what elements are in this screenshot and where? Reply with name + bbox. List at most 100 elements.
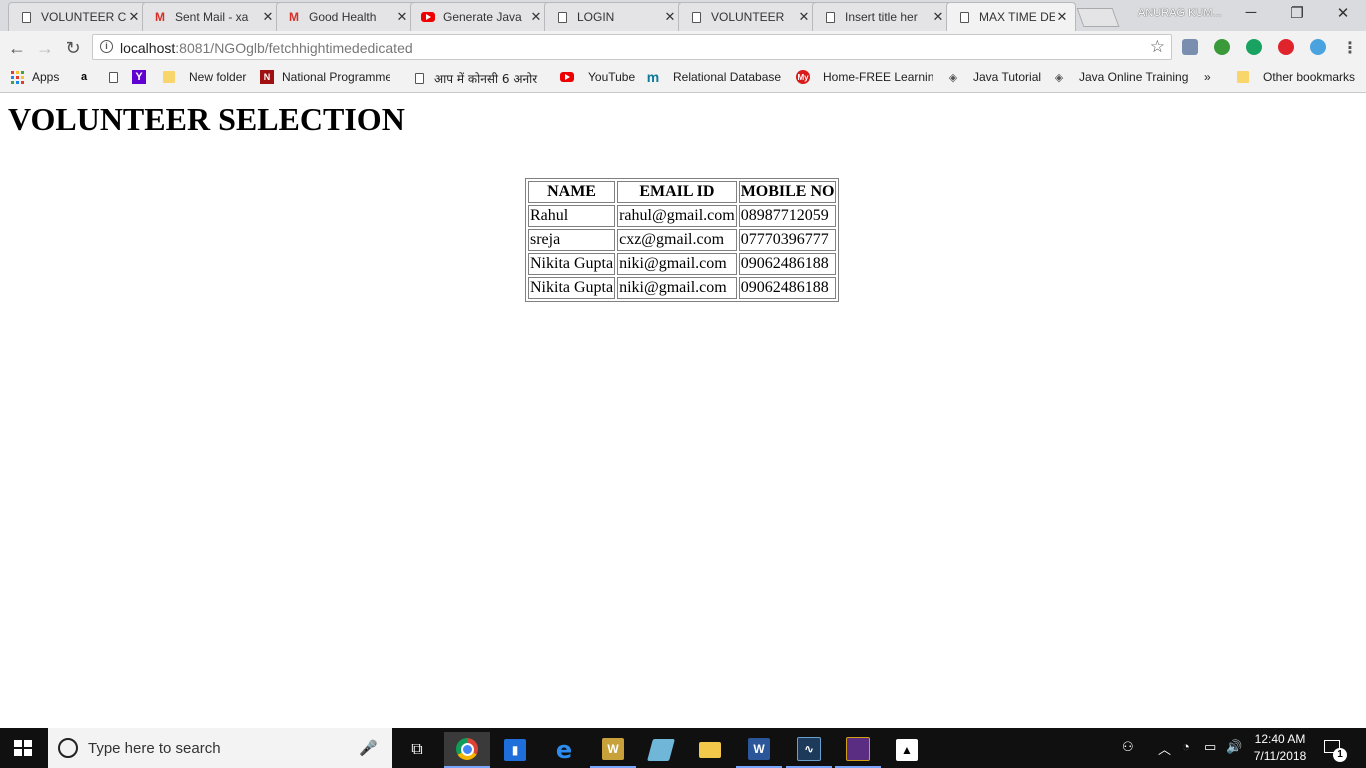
menu-icon[interactable]: ⋮: [1342, 38, 1358, 58]
restore-icon[interactable]: ❐: [1282, 4, 1312, 22]
browser-tab[interactable]: Generate Java ✕: [410, 2, 550, 31]
browser-tab[interactable]: VOLUNTEER C ✕: [8, 2, 148, 31]
apps-grid-icon: [10, 70, 24, 84]
bookmark-document[interactable]: [106, 70, 128, 84]
profile-name[interactable]: ANURAG KUM...: [1138, 7, 1222, 19]
close-tab-icon[interactable]: ✕: [261, 9, 275, 25]
back-arrow-icon[interactable]: ←: [6, 37, 28, 59]
bookmark-other-bookmarks[interactable]: Other bookmarks: [1236, 70, 1355, 84]
word-taskbar-icon[interactable]: W: [736, 732, 782, 768]
close-tab-icon[interactable]: ✕: [797, 9, 811, 25]
gmail-icon: M: [289, 10, 299, 24]
bookmark-amazon[interactable]: a: [77, 70, 99, 84]
page-title: VOLUNTEER SELECTION: [8, 101, 405, 137]
windows-start-icon[interactable]: [14, 740, 32, 756]
close-tab-icon[interactable]: ✕: [395, 9, 409, 25]
tab-title: Sent Mail - xa: [175, 10, 249, 24]
wordpad-taskbar-icon[interactable]: W: [590, 732, 636, 768]
page-content: VOLUNTEER SELECTION NAME EMAIL ID MOBILE…: [0, 93, 1366, 728]
browser-tab[interactable]: VOLUNTEER ✕: [678, 2, 818, 31]
folder-icon: [162, 70, 176, 84]
app-taskbar-icon[interactable]: ▮: [492, 732, 538, 768]
taskbar-clock[interactable]: 12:40 AM 7/11/2018: [1250, 731, 1310, 765]
browser-tab[interactable]: M Good Health ✕: [276, 2, 416, 31]
task-view-icon[interactable]: ⧉: [394, 732, 440, 768]
forward-arrow-icon[interactable]: →: [34, 37, 56, 59]
photos-taskbar-icon[interactable]: ▲: [884, 732, 930, 768]
document-icon: [19, 10, 33, 24]
youtube-icon: [421, 10, 435, 24]
browser-tab[interactable]: LOGIN ✕: [544, 2, 684, 31]
amazon-icon: a: [80, 71, 88, 83]
close-tab-icon[interactable]: ✕: [127, 9, 141, 25]
close-tab-icon[interactable]: ✕: [663, 9, 677, 25]
bookmark-youtube[interactable]: YouTube: [560, 70, 635, 84]
close-tab-icon[interactable]: ✕: [931, 9, 945, 25]
tab-title: Generate Java: [443, 10, 522, 24]
extension-icon[interactable]: [1246, 39, 1262, 55]
bookmark-label: National Programme: [282, 70, 390, 84]
m-icon: m: [646, 69, 660, 85]
close-tab-icon[interactable]: ✕: [529, 9, 543, 25]
edge-taskbar-icon[interactable]: e: [541, 732, 587, 768]
cell-mobile: 09062486188: [738, 253, 837, 275]
gmail-icon: M: [155, 10, 165, 24]
extension-icon[interactable]: [1214, 39, 1230, 55]
bookmark-label: YouTube: [588, 70, 636, 84]
taskbar-search-box[interactable]: Type here to search 🎤: [48, 728, 392, 768]
document-icon: [555, 10, 569, 24]
show-hidden-icons-chevron-icon[interactable]: ︿: [1158, 739, 1171, 758]
tab-title: VOLUNTEER C: [41, 10, 127, 24]
bookmark-home-free-learning[interactable]: My Home-FREE Learning: [796, 70, 933, 84]
bookmark-apps[interactable]: Apps: [10, 70, 59, 84]
bookmark-new-folder[interactable]: New folder: [162, 70, 246, 84]
file-explorer-icon[interactable]: [687, 732, 733, 768]
close-tab-icon[interactable]: ✕: [1055, 9, 1069, 25]
address-bar[interactable]: i localhost:8081/NGOglb/fetchhightimeded…: [92, 34, 1172, 60]
extension-icon[interactable]: [1182, 39, 1198, 55]
document-icon: [823, 10, 837, 24]
cell-mobile: 08987712059: [738, 205, 837, 227]
app-taskbar-icon[interactable]: [835, 732, 881, 768]
bookmark-yahoo[interactable]: Y: [132, 70, 154, 84]
notification-count-badge: 1: [1333, 748, 1347, 762]
wifi-icon[interactable]: ◔: [1182, 739, 1190, 754]
extension-icon[interactable]: [1310, 39, 1326, 55]
bookmark-national-programme[interactable]: N National Programme: [260, 70, 390, 84]
chrome-taskbar-icon[interactable]: [444, 732, 490, 768]
microphone-icon[interactable]: 🎤: [359, 739, 378, 757]
people-icon[interactable]: ⚇: [1122, 739, 1134, 755]
bookmark-java-online-training[interactable]: ◈ Java Online Training: [1052, 70, 1189, 84]
opera-icon[interactable]: [1278, 39, 1294, 55]
tab-title: MAX TIME DE: [979, 10, 1055, 24]
bookmark-label: Java Tutorial: [973, 70, 1042, 84]
app-taskbar-icon[interactable]: [638, 732, 684, 768]
bookmark-star-icon[interactable]: ☆: [1150, 37, 1165, 57]
cortana-icon: [58, 738, 78, 758]
diamond-icon: ◈: [1054, 71, 1064, 84]
volume-icon[interactable]: 🔊: [1226, 739, 1242, 755]
browser-tab-active[interactable]: MAX TIME DE ✕: [946, 2, 1076, 31]
column-header-mobile: MOBILE NO: [738, 181, 837, 203]
bookmark-hindi-article[interactable]: आप में कोनसी 6 अनोर: [412, 70, 546, 87]
bookmark-java-tutorial[interactable]: ◈ Java Tutorial: [946, 70, 1041, 84]
close-window-icon[interactable]: ✕: [1328, 4, 1358, 22]
cell-mobile: 07770396777: [738, 229, 837, 251]
mysql-taskbar-icon[interactable]: ∿: [786, 732, 832, 768]
table-row: Nikita Gupta niki@gmail.com 09062486188: [528, 277, 837, 299]
minimize-icon[interactable]: ─: [1236, 4, 1266, 21]
browser-tab[interactable]: Insert title her ✕: [812, 2, 952, 31]
bookmarks-overflow-button[interactable]: »: [1204, 70, 1211, 84]
bookmark-label: Java Online Training: [1079, 70, 1189, 84]
bookmark-relational-database[interactable]: m Relational Database: [646, 69, 781, 85]
url-text[interactable]: localhost:8081/NGOglb/fetchhightimededic…: [120, 40, 413, 56]
new-tab-button[interactable]: [1076, 8, 1120, 27]
info-icon[interactable]: i: [100, 40, 113, 53]
document-icon: [412, 72, 426, 86]
browser-tab[interactable]: M Sent Mail - xa ✕: [142, 2, 282, 31]
document-icon: [689, 10, 703, 24]
cell-email: cxz@gmail.com: [617, 229, 737, 251]
youtube-icon: [560, 70, 574, 84]
reload-icon[interactable]: ↻: [62, 37, 84, 59]
battery-icon[interactable]: ▭: [1204, 739, 1216, 755]
